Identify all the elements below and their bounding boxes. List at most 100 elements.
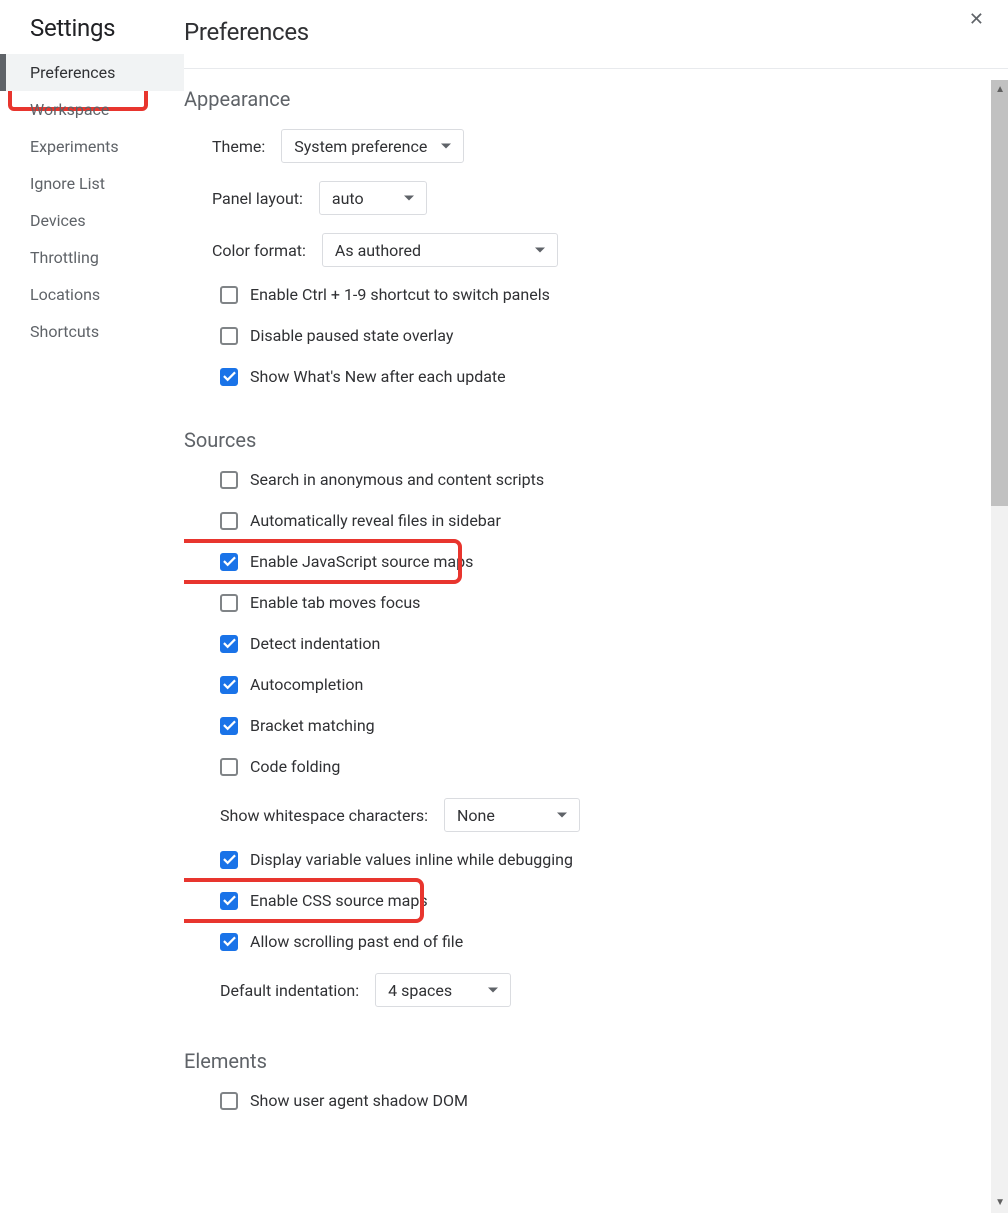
select-value: As authored xyxy=(335,241,421,260)
whitespace-label: Show whitespace characters: xyxy=(220,806,428,825)
checkbox-indent[interactable] xyxy=(220,635,238,653)
sidebar-item-label: Experiments xyxy=(30,137,119,156)
checkbox-row-reveal: Automatically reveal files in sidebar xyxy=(184,511,984,530)
sidebar-item-label: Devices xyxy=(30,211,86,230)
checkbox-row-fold: Code folding xyxy=(184,757,984,776)
checkbox-row-bracket: Bracket matching xyxy=(184,716,984,735)
checkbox-label[interactable]: Show user agent shadow DOM xyxy=(250,1091,468,1110)
sidebar-item-label: Preferences xyxy=(30,63,115,82)
row-whitespace: Show whitespace characters: None xyxy=(184,798,984,850)
content-scroll: Appearance Theme: System preference Pane… xyxy=(184,69,1008,1184)
checkbox-scrollpast[interactable] xyxy=(220,933,238,951)
checkbox-row-shadow: Show user agent shadow DOM xyxy=(184,1091,984,1110)
panel-layout-select[interactable]: auto xyxy=(319,181,427,215)
sidebar-item-preferences[interactable]: Preferences xyxy=(0,54,184,91)
sidebar-item-workspace[interactable]: Workspace xyxy=(0,91,184,128)
sidebar-item-label: Ignore List xyxy=(30,174,105,193)
section-sources: Sources Search in anonymous and content … xyxy=(184,410,984,1031)
color-format-label: Color format: xyxy=(212,241,306,260)
checkbox-jsmap[interactable] xyxy=(220,553,238,571)
checkbox-label[interactable]: Detect indentation xyxy=(250,634,380,653)
sidebar-item-ignore-list[interactable]: Ignore List xyxy=(0,165,184,202)
chevron-down-icon xyxy=(404,196,414,201)
checkbox-row-inline: Display variable values inline while deb… xyxy=(184,850,984,869)
chevron-down-icon xyxy=(535,248,545,253)
main-panel: Preferences Appearance Theme: System pre… xyxy=(184,0,1008,1213)
checkbox-shadow[interactable] xyxy=(220,1092,238,1110)
checkbox-row-jsmap: Enable JavaScript source maps xyxy=(184,552,984,571)
checkbox-row-whatsnew: Show What's New after each update xyxy=(184,367,984,386)
checkbox-label[interactable]: Search in anonymous and content scripts xyxy=(250,470,544,489)
checkbox-row-tabfocus: Enable tab moves focus xyxy=(184,593,984,612)
select-value: 4 spaces xyxy=(388,981,452,1000)
checkbox-row-overlay: Disable paused state overlay xyxy=(184,326,984,345)
checkbox-row-indent: Detect indentation xyxy=(184,634,984,653)
settings-sidebar: Settings Preferences Workspace Experimen… xyxy=(0,0,184,1213)
scroll-down-icon[interactable]: ▼ xyxy=(995,1197,1005,1208)
section-title: Appearance xyxy=(184,87,984,129)
panel-layout-label: Panel layout: xyxy=(212,189,303,208)
checkbox-row-cssmap: Enable CSS source maps xyxy=(184,891,984,910)
checkbox-row-autocomplete: Autocompletion xyxy=(184,675,984,694)
whitespace-select[interactable]: None xyxy=(444,798,580,832)
checkbox-row-search-anon: Search in anonymous and content scripts xyxy=(184,470,984,489)
sidebar-title: Settings xyxy=(0,14,184,54)
checkbox-label[interactable]: Code folding xyxy=(250,757,340,776)
checkbox-overlay[interactable] xyxy=(220,327,238,345)
default-indent-select[interactable]: 4 spaces xyxy=(375,973,511,1007)
select-value: None xyxy=(457,806,495,825)
color-format-select[interactable]: As authored xyxy=(322,233,558,267)
checkbox-reveal[interactable] xyxy=(220,512,238,530)
select-value: System preference xyxy=(294,137,427,156)
checkbox-label[interactable]: Allow scrolling past end of file xyxy=(250,932,463,951)
checkbox-row-scrollpast: Allow scrolling past end of file xyxy=(184,932,984,951)
checkbox-label[interactable]: Automatically reveal files in sidebar xyxy=(250,511,501,530)
checkbox-tabfocus[interactable] xyxy=(220,594,238,612)
checkbox-cssmap[interactable] xyxy=(220,892,238,910)
section-appearance: Appearance Theme: System preference Pane… xyxy=(184,69,984,410)
checkbox-bracket[interactable] xyxy=(220,717,238,735)
scrollbar-track[interactable] xyxy=(991,80,1008,1213)
row-theme: Theme: System preference xyxy=(184,129,984,181)
theme-select[interactable]: System preference xyxy=(281,129,464,163)
row-default-indent: Default indentation: 4 spaces xyxy=(184,973,984,1007)
scroll-up-icon[interactable]: ▲ xyxy=(995,84,1005,95)
sidebar-item-locations[interactable]: Locations xyxy=(0,276,184,313)
chevron-down-icon xyxy=(441,144,451,149)
chevron-down-icon xyxy=(488,988,498,993)
sidebar-item-shortcuts[interactable]: Shortcuts xyxy=(0,313,184,350)
checkbox-label[interactable]: Bracket matching xyxy=(250,716,375,735)
checkbox-fold[interactable] xyxy=(220,758,238,776)
checkbox-search-anon[interactable] xyxy=(220,471,238,489)
checkbox-autocomplete[interactable] xyxy=(220,676,238,694)
checkbox-row-shortcut: Enable Ctrl + 1-9 shortcut to switch pan… xyxy=(184,285,984,304)
scrollbar-thumb[interactable] xyxy=(991,80,1008,506)
sidebar-item-throttling[interactable]: Throttling xyxy=(0,239,184,276)
checkbox-label[interactable]: Disable paused state overlay xyxy=(250,326,453,345)
select-value: auto xyxy=(332,189,364,208)
sidebar-item-label: Shortcuts xyxy=(30,322,99,341)
checkbox-label[interactable]: Enable CSS source maps xyxy=(250,891,428,910)
sidebar-item-devices[interactable]: Devices xyxy=(0,202,184,239)
sidebar-item-experiments[interactable]: Experiments xyxy=(0,128,184,165)
checkbox-label[interactable]: Autocompletion xyxy=(250,675,363,694)
sidebar-item-label: Workspace xyxy=(30,100,109,119)
checkbox-label[interactable]: Display variable values inline while deb… xyxy=(250,850,573,869)
theme-label: Theme: xyxy=(212,137,265,156)
section-elements: Elements Show user agent shadow DOM xyxy=(184,1031,984,1110)
section-title: Elements xyxy=(184,1049,984,1091)
sidebar-item-label: Throttling xyxy=(30,248,99,267)
row-color-format: Color format: As authored xyxy=(184,233,984,285)
settings-container: Settings Preferences Workspace Experimen… xyxy=(0,0,1008,1213)
default-indent-label: Default indentation: xyxy=(220,981,359,1000)
main-title: Preferences xyxy=(184,18,1008,68)
checkbox-label[interactable]: Show What's New after each update xyxy=(250,367,506,386)
checkbox-label[interactable]: Enable JavaScript source maps xyxy=(250,552,473,571)
checkbox-shortcut[interactable] xyxy=(220,286,238,304)
checkbox-label[interactable]: Enable tab moves focus xyxy=(250,593,420,612)
checkbox-whatsnew[interactable] xyxy=(220,368,238,386)
checkbox-inline[interactable] xyxy=(220,851,238,869)
section-title: Sources xyxy=(184,428,984,470)
checkbox-label[interactable]: Enable Ctrl + 1-9 shortcut to switch pan… xyxy=(250,285,550,304)
sidebar-item-label: Locations xyxy=(30,285,100,304)
